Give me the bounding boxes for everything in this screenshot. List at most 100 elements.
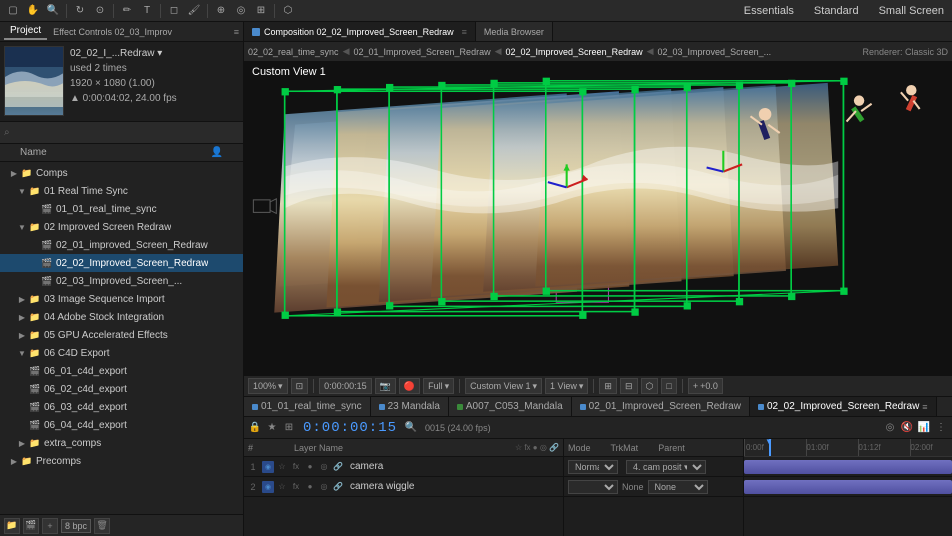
roto-tool-icon[interactable]: ◎ xyxy=(232,2,250,20)
tl-tab-a007[interactable]: A007_C053_Mandala xyxy=(449,397,572,417)
layer-solo-2[interactable]: ☆ xyxy=(276,481,288,493)
snapshot-button[interactable]: 📷 xyxy=(375,378,396,394)
tree-item-04-as[interactable]: ▶ 📁 04 Adobe Stock Integration xyxy=(0,308,243,326)
tree-item-0201[interactable]: 🎬 02_01_improved_Screen_Redraw xyxy=(0,236,243,254)
layer-3d-2[interactable]: ◎ xyxy=(318,481,330,493)
breadcrumb-item-2[interactable]: 02_01_Improved_Screen_Redraw xyxy=(353,47,490,57)
tree-item-06-c4d[interactable]: ▼ 📁 06 C4D Export xyxy=(0,344,243,362)
hand-tool-icon[interactable]: ✋ xyxy=(24,2,42,20)
layer-3d-1[interactable]: ◎ xyxy=(318,461,330,473)
comp-button[interactable]: □ xyxy=(661,378,676,394)
layer-fx-2[interactable]: fx xyxy=(290,481,302,493)
breadcrumb-item-3[interactable]: 02_02_Improved_Screen_Redraw xyxy=(506,47,643,57)
text-tool-icon[interactable]: T xyxy=(138,2,156,20)
mode-select-2[interactable] xyxy=(568,480,618,494)
layer-vis-1[interactable]: ◉ xyxy=(262,461,274,473)
ruler-line-0 xyxy=(744,439,745,456)
new-item-icon[interactable]: + xyxy=(42,518,58,534)
tl-tab-mandala[interactable]: 23 Mandala xyxy=(371,397,449,417)
layer-lock-2[interactable]: ● xyxy=(304,481,316,493)
layer-link-1[interactable]: 🔗 xyxy=(332,461,344,473)
show-channel-button[interactable]: 🔴 xyxy=(399,378,420,394)
layer-vis-2[interactable]: ◉ xyxy=(262,481,274,493)
tl-icon-star[interactable]: ★ xyxy=(265,421,279,435)
new-folder-icon[interactable]: 📁 xyxy=(4,518,20,534)
tree-item-0202[interactable]: 🎬 02_02_Improved_Screen_Redraw xyxy=(0,254,243,272)
delete-icon[interactable]: 🗑 xyxy=(94,518,110,534)
tree-item-extra-comps[interactable]: ▶ 📁 extra_comps xyxy=(0,434,243,452)
layer-num-1: 1 xyxy=(246,462,260,472)
mode-select-1[interactable]: Norma xyxy=(568,460,618,474)
search-input[interactable] xyxy=(14,127,239,138)
3d-tool-icon[interactable]: ⬡ xyxy=(279,2,297,20)
layer-fx-1[interactable]: fx xyxy=(290,461,302,473)
resolution-button[interactable]: Full ▾ xyxy=(423,378,454,394)
fit-button[interactable]: ⊡ xyxy=(291,378,309,394)
new-comp-icon[interactable]: 🎬 xyxy=(23,518,39,534)
view-button[interactable]: Custom View 1 ▾ xyxy=(465,378,542,394)
layer-lock-1[interactable]: ● xyxy=(304,461,316,473)
pen-tool-icon[interactable]: ✏ xyxy=(118,2,136,20)
timeline-time-display[interactable]: 0:00:00:15 xyxy=(299,420,401,436)
brush-tool-icon[interactable]: 🖌 xyxy=(185,2,203,20)
camera-tool-icon[interactable]: ⊙ xyxy=(91,2,109,20)
tree-item-01-rts[interactable]: ▼ 📁 01 Real Time Sync xyxy=(0,182,243,200)
workspace-standard[interactable]: Standard xyxy=(810,3,863,19)
tl-search-icon[interactable]: 🔍 xyxy=(404,421,418,435)
bpc-badge: 8 bpc xyxy=(61,519,91,533)
shape-tool-icon[interactable]: ◻ xyxy=(165,2,183,20)
selection-tool-icon[interactable]: ▢ xyxy=(4,2,22,20)
layer-link-2[interactable]: 🔗 xyxy=(332,481,344,493)
tab-menu-02-02[interactable]: ≡ xyxy=(462,27,467,37)
puppet-tool-icon[interactable]: ⊕ xyxy=(212,2,230,20)
tl-icon-stagger[interactable]: ⋮ xyxy=(934,421,948,435)
tab-project[interactable]: Project xyxy=(4,23,47,40)
zoom-tool-icon[interactable]: 🔍 xyxy=(44,2,62,20)
3d-button[interactable]: ⬡ xyxy=(641,378,659,394)
tree-item-03-is[interactable]: ▶ 📁 03 Image Sequence Import xyxy=(0,290,243,308)
vt-divider-1 xyxy=(313,379,314,393)
tree-item-precomps[interactable]: ▶ 📁 Precomps xyxy=(0,452,243,470)
time-button[interactable]: 0:00:00:15 xyxy=(319,378,372,394)
zoom-button[interactable]: 100% ▾ xyxy=(248,378,288,394)
playhead[interactable] xyxy=(769,439,771,456)
breadcrumb-item-4[interactable]: 02_03_Improved_Screen_... xyxy=(658,47,772,57)
tl-icon-mute[interactable]: 🔇 xyxy=(900,421,914,435)
breadcrumb-item-1[interactable]: 02_02_real_time_sync xyxy=(248,47,339,57)
views-button[interactable]: 1 View ▾ xyxy=(545,378,588,394)
guide-button[interactable]: ⊟ xyxy=(620,378,638,394)
workspace-small-screen[interactable]: Small Screen xyxy=(875,3,948,19)
layer-solo-1[interactable]: ☆ xyxy=(276,461,288,473)
parent-select-2[interactable]: None xyxy=(648,480,708,494)
tl-tab-0101[interactable]: 01_01_real_time_sync xyxy=(244,397,371,417)
tree-item-02-isr[interactable]: ▼ 📁 02 Improved Screen Redraw xyxy=(0,218,243,236)
tl-icon-lock[interactable]: 🔒 xyxy=(248,421,262,435)
track-tool-icon[interactable]: ⊞ xyxy=(252,2,270,20)
tree-item-comps[interactable]: ▶ 📁 Comps xyxy=(0,164,243,182)
tl-icon-chart[interactable]: 📊 xyxy=(917,421,931,435)
value-label: + xyxy=(693,381,698,391)
tl-icon-grid[interactable]: ⊞ xyxy=(282,421,296,435)
tab-effect-controls[interactable]: Effect Controls 02_03_Improv xyxy=(47,25,178,39)
tree-item-0601[interactable]: 🎬 06_01_c4d_export xyxy=(0,362,243,380)
rotate-tool-icon[interactable]: ↻ xyxy=(71,2,89,20)
tl-tab-menu-0202[interactable]: ≡ xyxy=(922,402,927,412)
tree-item-0603[interactable]: 🎬 06_03_c4d_export xyxy=(0,398,243,416)
tree-item-0602[interactable]: 🎬 06_02_c4d_export xyxy=(0,380,243,398)
parent-select-1[interactable]: 4. cam posit ▾ xyxy=(626,460,706,474)
tl-icon-solo[interactable]: ◎ xyxy=(883,421,897,435)
tl-tab-0202[interactable]: 02_02_Improved_Screen_Redraw ≡ xyxy=(750,397,937,417)
breadcrumb-sep-2: ◀ xyxy=(495,46,502,57)
project-thumbnail xyxy=(4,46,64,116)
tree-item-0604[interactable]: 🎬 06_04_c4d_export xyxy=(0,416,243,434)
tree-item-0203[interactable]: 🎬 02_03_Improved_Screen_... xyxy=(0,272,243,290)
tree-item-05-gpu[interactable]: ▶ 📁 05 GPU Accelerated Effects xyxy=(0,326,243,344)
grid-button[interactable]: ⊞ xyxy=(599,378,617,394)
panel-menu-button[interactable]: ≡ xyxy=(234,27,239,37)
tree-item-0101[interactable]: 🎬 01_01_real_time_sync xyxy=(0,200,243,218)
tab-composition-02-02[interactable]: Composition 02_02_Improved_Screen_Redraw… xyxy=(244,22,476,42)
track-row-2 xyxy=(744,477,952,497)
tab-media-browser[interactable]: Media Browser xyxy=(476,22,553,42)
workspace-essentials[interactable]: Essentials xyxy=(740,3,798,19)
tl-tab-0201[interactable]: 02_01_Improved_Screen_Redraw xyxy=(572,397,750,417)
